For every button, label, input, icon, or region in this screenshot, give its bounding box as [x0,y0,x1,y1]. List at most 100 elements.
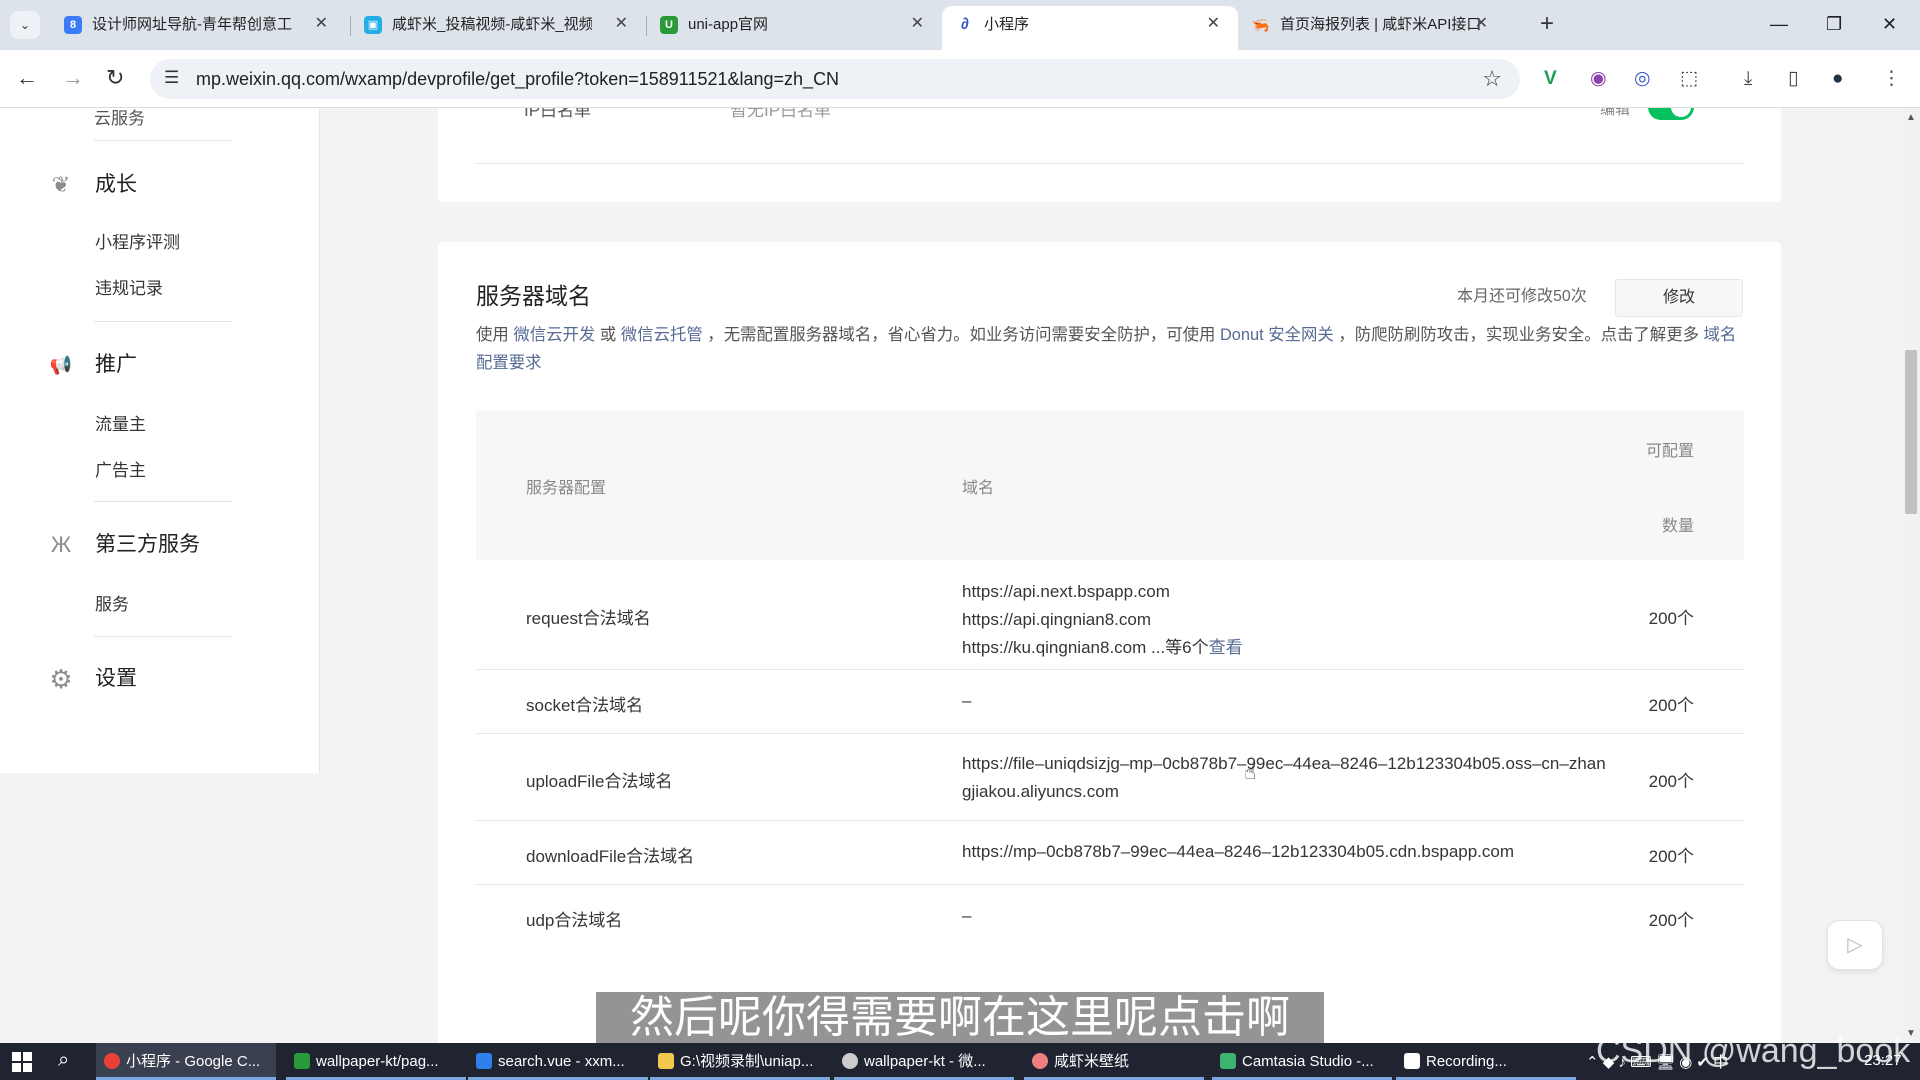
tab-close-icon[interactable]: ✕ [315,15,328,33]
ip-whitelist-value: 暂无IP白名单 [730,108,832,120]
sidebar-group-label: 推广 [95,353,137,376]
wechat-icon [842,1053,858,1069]
extensions-puzzle-icon[interactable]: ⬚ [1680,68,1698,90]
sidebar-item-traffic-owner[interactable]: 流量主 [95,414,146,436]
tab-close-icon[interactable]: ✕ [1475,15,1488,33]
taskbar-app-wallpaper[interactable]: 咸虾米壁纸 [1024,1043,1204,1080]
close-window-icon[interactable]: ✕ [1882,12,1897,36]
ip-whitelist-edit-link[interactable]: 编辑 [1600,108,1630,119]
windows-start-icon[interactable] [12,1052,32,1072]
domain-value: https://api.next.bspapp.com [962,582,1170,601]
bookmark-star-icon[interactable]: ☆ [1482,66,1502,92]
side-panel-icon[interactable]: ▯ [1788,68,1798,90]
page-scrollbar[interactable]: ▲ ▼ [1902,108,1920,1043]
gear-icon: ⚙ [49,664,73,694]
section-title: 服务器域名 [476,283,591,309]
download-icon[interactable]: ⤓ [1744,68,1752,90]
sidebar-item-cloud[interactable]: 云服务 [94,108,145,129]
url-text[interactable]: mp.weixin.qq.com/wxamp/devprofile/get_pr… [196,69,839,89]
taskbar-app-hbuilder[interactable]: wallpaper-kt/pag... [286,1043,466,1080]
vue-devtools-icon[interactable]: V [1544,68,1557,90]
video-subtitle: 然后呢你得需要啊在这里呢点击啊 [596,992,1324,1044]
taskbar-app-recording[interactable]: Recording... [1396,1043,1576,1080]
tab-close-icon[interactable]: ✕ [1207,15,1220,33]
row-name: uploadFile合法域名 [526,772,673,791]
reload-icon[interactable]: ↻ [106,65,124,91]
forward-icon[interactable]: → [62,65,84,91]
extension-icon[interactable]: ◎ [1634,68,1651,90]
tab-close-icon[interactable]: ✕ [615,15,628,33]
domain-value: – [962,906,972,925]
taskbar-app-explorer[interactable]: G:\视频录制\uniap... [650,1043,830,1080]
tab-title: 小程序 [984,16,1030,33]
column-header-config: 服务器配置 [526,480,607,497]
cloud-dev-link[interactable]: 微信云开发 [513,326,595,344]
tab-favicon-icon: U [660,16,678,34]
page-content: 云服务 ❦ 成长 小程序评测 违规记录 📢 推广 流量主 广告主 Ж 第三方服务… [0,108,1920,1043]
folder-icon [658,1053,674,1069]
scroll-up-icon[interactable]: ▲ [1906,112,1916,123]
sidebar-divider [94,501,232,502]
scroll-thumb[interactable] [1905,350,1917,514]
ip-whitelist-card: IP白名单 暂无IP白名单 编辑 [438,108,1781,202]
taskbar-app-chrome[interactable]: 小程序 - Google C... [96,1043,276,1080]
new-tab-button[interactable]: + [1540,12,1554,36]
table-row: downloadFile合法域名 https://mp–0cb878b7–99e… [476,821,1744,885]
tab-miniprogram[interactable]: ∂ 小程序 ✕ [942,6,1238,50]
restore-icon[interactable]: ❐ [1826,12,1842,36]
taskbar-app-wechat-devtools[interactable]: wallpaper-kt - 微... [834,1043,1014,1080]
leaf-icon: ❦ [51,172,71,197]
search-icon[interactable]: ⌕ [58,1049,69,1072]
modify-quota-text: 本月还可修改50次 [1457,288,1587,305]
cloud-hosting-link[interactable]: 微信云托管 [621,326,703,344]
sidebar-group-label: 设置 [95,667,137,690]
table-row: socket合法域名 – 200个 [476,670,1744,734]
sidebar-divider [94,321,232,322]
extension-icon[interactable]: ◉ [1590,68,1607,90]
domain-value: https://mp–0cb878b7–99ec–44ea–8246–12b12… [962,842,1515,861]
domain-value: https://file–uniqdsizjg–mp–0cb878b7–99ec… [962,754,1606,801]
column-header-domain: 域名 [962,480,995,497]
row-name: udp合法域名 [526,911,623,930]
table-row: udp合法域名 – 200个 [476,885,1744,949]
domain-value: https://api.qingnian8.com [962,610,1152,629]
megaphone-icon: 📢 [49,355,73,375]
row-count: 200个 [1648,847,1694,866]
tab-uniapp[interactable]: U uni-app官网 ✕ [646,6,942,50]
minimize-icon[interactable]: — [1770,12,1788,36]
shrimp-icon [1032,1053,1048,1069]
avatar[interactable]: ● [1832,68,1843,90]
row-name: request合法域名 [526,609,651,628]
server-domain-card: 服务器域名 本月还可修改50次 修改 使用 微信云开发 或 微信云托管 ，无需配… [438,242,1781,1043]
row-name: downloadFile合法域名 [526,847,695,866]
browser-toolbar: ← → ↻ ☰ mp.weixin.qq.com/wxamp/devprofil… [0,50,1920,108]
view-all-link[interactable]: 查看 [1209,638,1243,657]
tab-video-upload[interactable]: ▣ 咸虾米_投稿视频-咸虾米_视频分享 ✕ [350,6,646,50]
row-name: socket合法域名 [526,696,644,715]
taskbar-app-vscode[interactable]: search.vue - xxm... [468,1043,648,1080]
tab-title: 设计师网址导航-青年帮创意工作 [92,16,292,33]
site-info-icon[interactable]: ☰ [164,68,179,88]
sidebar-item-review[interactable]: 小程序评测 [95,232,180,254]
taskbar-app-camtasia[interactable]: Camtasia Studio -... [1212,1043,1392,1080]
tab-design-nav[interactable]: 8 设计师网址导航-青年帮创意工作 ✕ [50,6,346,50]
sidebar-item-advertiser[interactable]: 广告主 [95,460,146,482]
modify-button[interactable]: 修改 [1615,279,1743,317]
tab-favicon-icon: 8 [64,16,82,34]
hbuilder-icon [294,1053,310,1069]
sidebar-item-services[interactable]: 服务 [95,594,129,616]
donut-gateway-link[interactable]: Donut 安全网关 [1220,326,1334,344]
ip-whitelist-toggle[interactable] [1648,108,1694,120]
tab-close-icon[interactable]: ✕ [911,15,924,33]
tab-title: 咸虾米_投稿视频-咸虾米_视频分享 [392,16,592,33]
tab-poster-list[interactable]: 🦐 首页海报列表 | 咸虾米API接口开放 ✕ [1238,6,1534,50]
play-icon: ▷ [1847,934,1863,956]
floating-play-button[interactable]: ▷ [1827,920,1883,970]
section-description: 使用 微信云开发 或 微信云托管 ，无需配置服务器域名，省心省力。如业务访问需要… [476,326,1737,372]
sidebar-item-violations[interactable]: 违规记录 [95,278,163,300]
back-icon[interactable]: ← [16,65,38,91]
menu-dots-icon[interactable]: ⋮ [1882,68,1901,90]
tab-search-button[interactable]: ⌄ [10,11,40,39]
ip-whitelist-label: IP白名单 [524,108,592,120]
address-bar[interactable]: ☰ mp.weixin.qq.com/wxamp/devprofile/get_… [150,59,1520,99]
